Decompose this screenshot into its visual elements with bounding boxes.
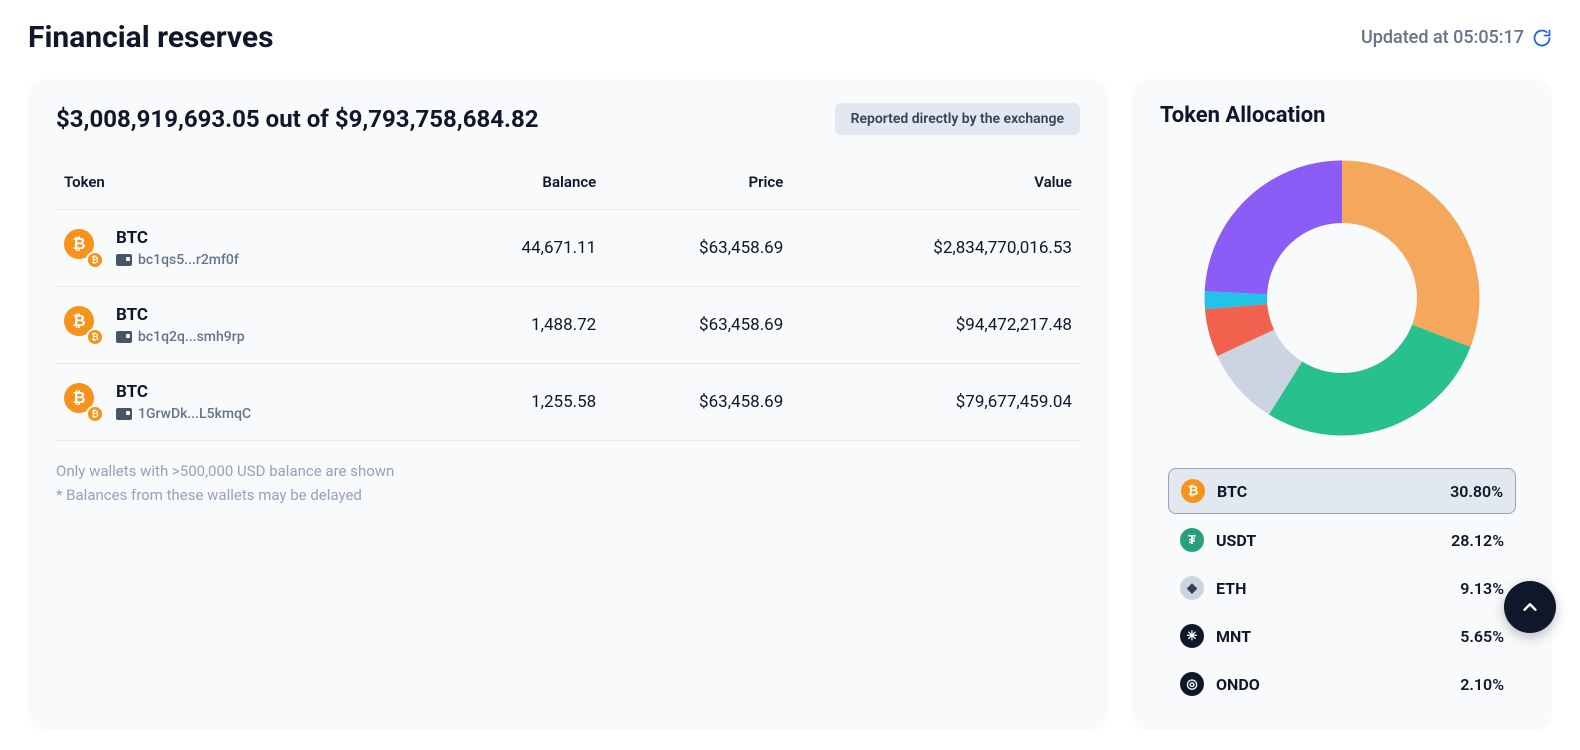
allocation-donut-chart: [1192, 148, 1492, 448]
donut-slice[interactable]: [1342, 161, 1480, 348]
donut-slice[interactable]: [1205, 161, 1342, 295]
token-symbol: BTC: [116, 305, 245, 325]
legend-item[interactable]: ✳ MNT 5.65%: [1168, 614, 1516, 658]
allocation-panel: Token Allocation ₿ BTC 30.80% ₮ USDT 28.…: [1132, 79, 1552, 730]
updated-status: Updated at 05:05:17: [1361, 27, 1552, 48]
refresh-icon[interactable]: [1532, 28, 1552, 48]
reserves-table: Token Balance Price Value ₿ ₿ BTC bc1qs5…: [56, 155, 1080, 441]
wallet-icon: [116, 254, 132, 266]
legend-symbol: USDT: [1216, 531, 1439, 550]
legend-percent: 5.65%: [1460, 627, 1504, 646]
cell-balance: 44,671.11: [435, 210, 604, 287]
source-badge: Reported directly by the exchange: [835, 103, 1080, 135]
cell-price: $63,458.69: [604, 364, 791, 441]
cell-price: $63,458.69: [604, 287, 791, 364]
token-symbol: BTC: [116, 382, 251, 402]
legend-symbol: BTC: [1217, 482, 1438, 501]
footnote-line: Only wallets with >500,000 USD balance a…: [56, 459, 1080, 483]
token-symbol: BTC: [116, 228, 239, 248]
legend-percent: 2.10%: [1460, 675, 1504, 694]
legend-item[interactable]: ◆ ETH 9.13%: [1168, 566, 1516, 610]
wallet-icon: [116, 408, 132, 420]
updated-label: Updated at 05:05:17: [1361, 27, 1524, 48]
legend-percent: 9.13%: [1460, 579, 1504, 598]
cell-balance: 1,255.58: [435, 364, 604, 441]
token-icon: ₮: [1180, 528, 1204, 552]
token-icon: ✳: [1180, 624, 1204, 648]
token-icon: ◎: [1180, 672, 1204, 696]
legend-percent: 30.80%: [1450, 482, 1503, 501]
legend-item[interactable]: ₿ BTC 30.80%: [1168, 468, 1516, 514]
wallet-icon: [116, 331, 132, 343]
token-icon: ₿: [1181, 479, 1205, 503]
bitcoin-icon: ₿ ₿: [64, 383, 102, 421]
page-title: Financial reserves: [28, 20, 274, 55]
table-row[interactable]: ₿ ₿ BTC 1GrwDk...L5kmqC 1,255.58 $63,458…: [56, 364, 1080, 441]
legend-symbol: ONDO: [1216, 675, 1448, 694]
summary-amount: $3,008,919,693.05 out of $9,793,758,684.…: [56, 105, 539, 133]
legend-item[interactable]: ₮ USDT 28.12%: [1168, 518, 1516, 562]
col-balance: Balance: [435, 155, 604, 210]
legend-symbol: ETH: [1216, 579, 1448, 598]
legend-item[interactable]: ◎ ONDO 2.10%: [1168, 662, 1516, 706]
cell-value: $2,834,770,016.53: [791, 210, 1080, 287]
col-price: Price: [604, 155, 791, 210]
col-value: Value: [791, 155, 1080, 210]
allocation-legend: ₿ BTC 30.80% ₮ USDT 28.12% ◆ ETH 9.13% ✳…: [1160, 468, 1524, 706]
legend-symbol: MNT: [1216, 627, 1448, 646]
cell-value: $79,677,459.04: [791, 364, 1080, 441]
allocation-title: Token Allocation: [1160, 103, 1524, 128]
bitcoin-icon: ₿ ₿: [64, 229, 102, 267]
cell-price: $63,458.69: [604, 210, 791, 287]
wallet-address[interactable]: 1GrwDk...L5kmqC: [138, 406, 251, 422]
table-row[interactable]: ₿ ₿ BTC bc1qs5...r2mf0f 44,671.11 $63,45…: [56, 210, 1080, 287]
cell-value: $94,472,217.48: [791, 287, 1080, 364]
footnote-line: * Balances from these wallets may be del…: [56, 483, 1080, 507]
legend-percent: 28.12%: [1451, 531, 1504, 550]
wallet-address[interactable]: bc1q2q...smh9rp: [138, 329, 245, 345]
wallet-address[interactable]: bc1qs5...r2mf0f: [138, 252, 239, 268]
footnotes: Only wallets with >500,000 USD balance a…: [56, 459, 1080, 507]
table-row[interactable]: ₿ ₿ BTC bc1q2q...smh9rp 1,488.72 $63,458…: [56, 287, 1080, 364]
scroll-top-button[interactable]: [1504, 581, 1556, 633]
bitcoin-icon: ₿ ₿: [64, 306, 102, 344]
col-token: Token: [56, 155, 435, 210]
cell-balance: 1,488.72: [435, 287, 604, 364]
reserves-panel: $3,008,919,693.05 out of $9,793,758,684.…: [28, 79, 1108, 730]
donut-slice[interactable]: [1269, 325, 1471, 436]
chevron-up-icon: [1519, 596, 1541, 618]
token-icon: ◆: [1180, 576, 1204, 600]
